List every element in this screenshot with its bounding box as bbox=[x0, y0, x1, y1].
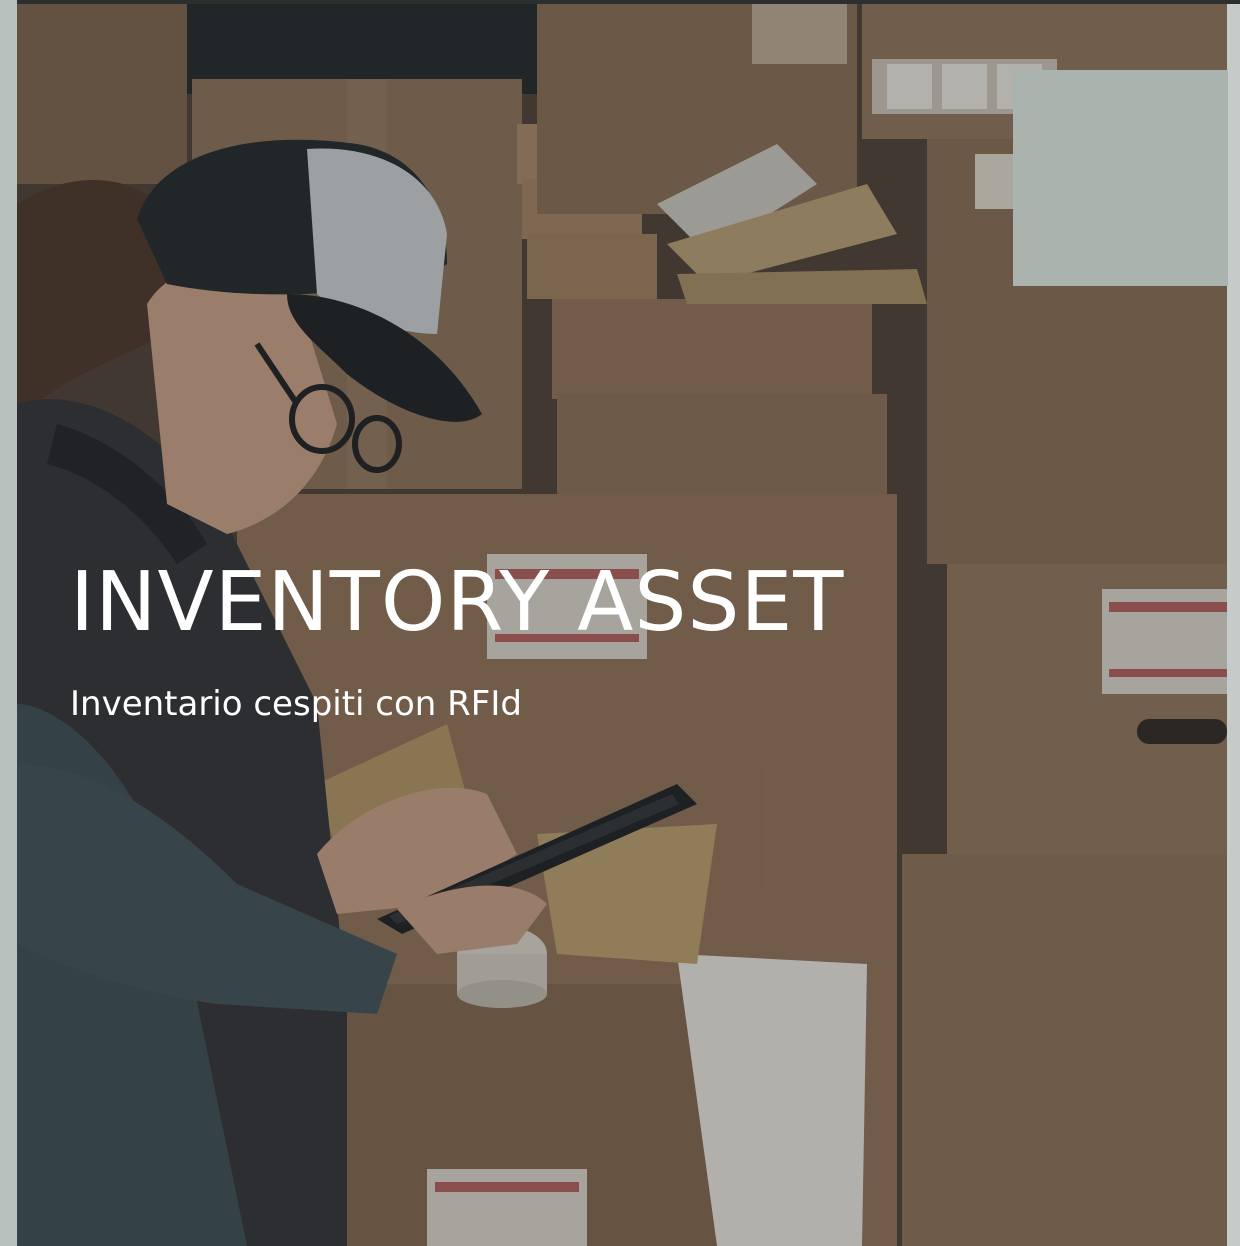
page-subtitle: Inventario cespiti con RFId bbox=[70, 684, 522, 724]
accent-square bbox=[1013, 70, 1228, 286]
left-frame-bar bbox=[0, 0, 17, 1246]
page-title: INVENTORY ASSET bbox=[70, 555, 845, 650]
